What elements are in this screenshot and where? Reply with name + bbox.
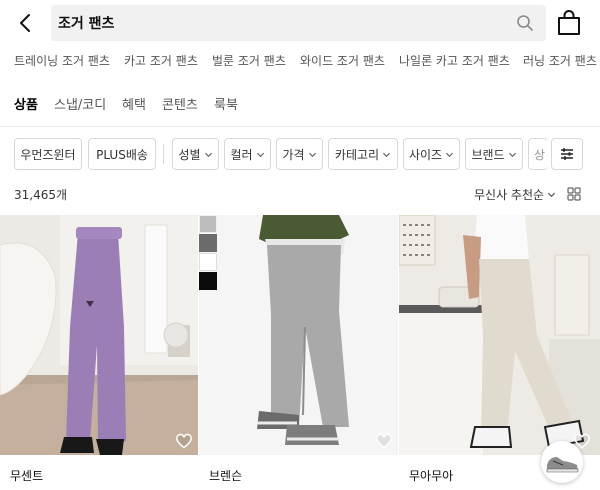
back-button[interactable]: [14, 11, 38, 35]
recently-viewed-button[interactable]: [541, 441, 583, 483]
keyword-chip[interactable]: 와이드 조거 팬츠: [300, 52, 385, 69]
product-card[interactable]: 브렌슨: [199, 215, 398, 490]
filter-chip-label: 컬러: [230, 147, 253, 162]
filter-dropdown-category[interactable]: 카테고리: [328, 138, 398, 170]
tab-lookbook[interactable]: 룩북: [214, 94, 238, 113]
color-swatches: [199, 215, 217, 291]
sort-label: 무신사 추천순: [474, 188, 545, 202]
chevron-down-icon: [547, 192, 556, 198]
heart-icon[interactable]: [175, 432, 193, 450]
filter-chip-label: 상: [534, 147, 546, 162]
filter-chip-label: 가격: [282, 147, 305, 162]
search-input[interactable]: 조거 팬츠: [51, 5, 546, 41]
filter-separator: [163, 144, 164, 164]
color-swatch[interactable]: [199, 253, 217, 271]
product-image[interactable]: [199, 215, 398, 455]
cart-button[interactable]: [556, 9, 582, 37]
chevron-down-icon: [383, 152, 391, 157]
sliders-icon: [561, 148, 573, 160]
filter-dropdown-gender[interactable]: 성별: [172, 138, 219, 170]
result-count: 31,465개: [14, 188, 68, 202]
chevron-down-icon: [256, 152, 264, 157]
filter-dropdown-size[interactable]: 사이즈: [403, 138, 460, 170]
keyword-chip[interactable]: 러닝 조거 팬츠: [523, 52, 597, 69]
keyword-chip[interactable]: 벌룬 조거 팬츠: [212, 52, 286, 69]
product-brand[interactable]: 무아무아: [409, 467, 453, 484]
color-swatch[interactable]: [199, 215, 217, 233]
search-query[interactable]: 조거 팬츠: [58, 13, 114, 33]
filter-chip-women-winter[interactable]: 우먼즈윈터: [14, 138, 82, 170]
filter-chip-label: PLUS배송: [96, 147, 148, 162]
filter-chip-label: 카테고리: [334, 147, 380, 162]
filter-dropdown-more[interactable]: 상: [528, 138, 548, 170]
chevron-down-icon: [508, 152, 516, 157]
product-brand[interactable]: 무센트: [10, 467, 43, 484]
chevron-down-icon: [204, 152, 212, 157]
filter-settings-button[interactable]: [551, 138, 583, 170]
filter-chip-label: 사이즈: [408, 147, 443, 162]
color-swatch[interactable]: [199, 272, 217, 290]
keyword-chip[interactable]: 트레이닝 조거 팬츠: [14, 52, 110, 69]
tab-products[interactable]: 상품: [14, 94, 38, 113]
heart-icon[interactable]: [375, 432, 393, 450]
filter-dropdown-price[interactable]: 가격: [276, 138, 323, 170]
tab-snap-coordi[interactable]: 스냅/코디: [54, 94, 106, 113]
chevron-down-icon: [445, 152, 454, 157]
tab-benefits[interactable]: 혜택: [122, 94, 146, 113]
filter-chip-label: 성별: [178, 147, 201, 162]
filter-dropdown-brand[interactable]: 브랜드: [465, 138, 523, 170]
filter-chip-label: 우먼즈윈터: [20, 147, 76, 162]
color-swatch[interactable]: [199, 234, 217, 252]
top-bar: 조거 팬츠: [0, 0, 600, 46]
sneaker-thumbnail: [541, 441, 583, 483]
shopping-bag-icon: [558, 10, 580, 35]
filter-chip-label: 브랜드: [471, 147, 505, 162]
chevron-left-icon: [20, 14, 30, 32]
product-brand[interactable]: 브렌슨: [209, 467, 242, 484]
chevron-down-icon: [308, 152, 316, 157]
product-card[interactable]: 무센트: [0, 215, 198, 490]
keyword-chip[interactable]: 카고 조거 팬츠: [124, 52, 198, 69]
filter-bar: 우먼즈윈터 PLUS배송 성별 컬러 가격 카테고리 사이즈 브랜드 상: [0, 138, 600, 172]
search-icon[interactable]: [516, 14, 534, 32]
filter-chip-plus-delivery[interactable]: PLUS배송: [88, 138, 156, 170]
divider: [0, 126, 600, 127]
sort-dropdown[interactable]: 무신사 추천순: [474, 186, 556, 203]
grid-view-icon[interactable]: [567, 187, 581, 201]
product-image[interactable]: [0, 215, 198, 455]
keyword-chip[interactable]: 나일론 카고 조거 팬츠: [399, 52, 510, 69]
tab-contents[interactable]: 콘텐츠: [162, 94, 198, 113]
related-keywords: 트레이닝 조거 팬츠 카고 조거 팬츠 벌룬 조거 팬츠 와이드 조거 팬츠 나…: [0, 52, 600, 74]
filter-dropdown-color[interactable]: 컬러: [224, 138, 271, 170]
product-image[interactable]: [399, 215, 600, 455]
